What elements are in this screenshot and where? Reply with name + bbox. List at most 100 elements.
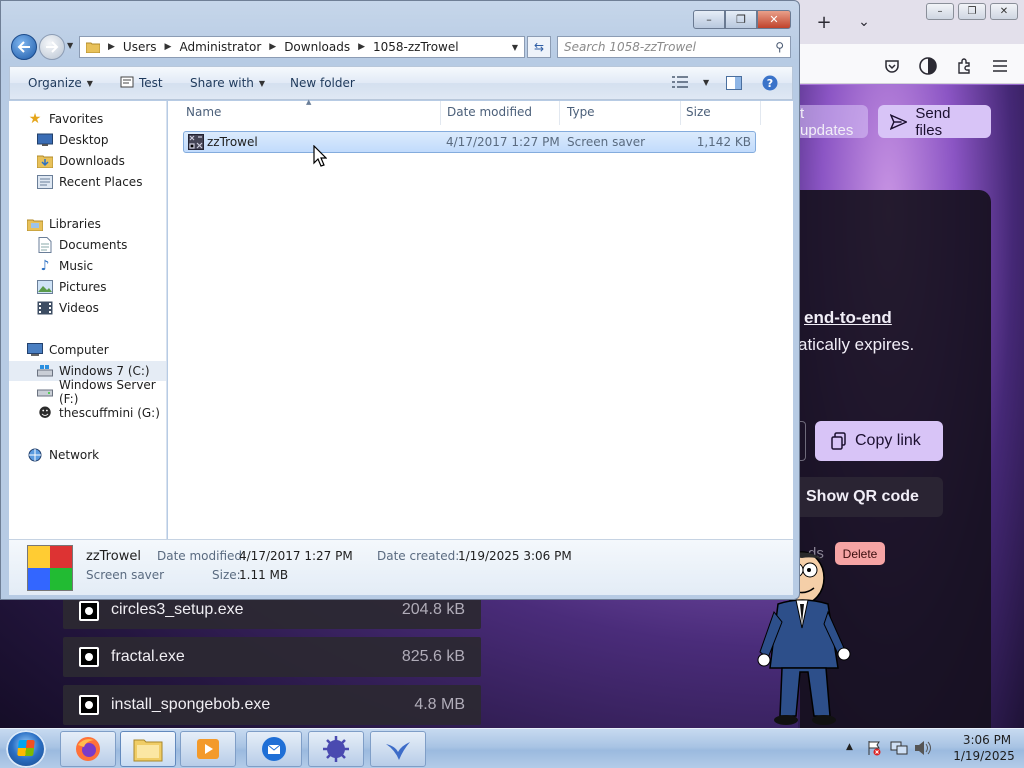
address-history-dropdown-icon[interactable]: ▼ [512,43,518,52]
downloads-folder-icon [37,153,53,169]
desktop-icon [37,132,53,148]
music-note-icon: ♪ [40,258,50,274]
copy-link-label: Copy link [855,432,921,449]
send-files-button[interactable]: Send files [878,104,991,139]
breadcrumb-separator-icon[interactable]: ▶ [358,42,365,52]
drive-icon [37,384,53,400]
recent-pages-dropdown-icon[interactable]: ▼ [67,41,73,50]
share-with-label: Share with [190,76,254,90]
taskbar-app-bird[interactable] [370,731,426,767]
breadcrumb-separator-icon[interactable]: ▶ [108,42,115,52]
file-size: 825.6 kB [401,648,465,665]
column-divider[interactable] [559,101,560,125]
breadcrumb-downloads[interactable]: Downloads [284,40,350,54]
uploaded-file-list: circles3_setup.exe 204.8 kB fractal.exe … [63,597,481,733]
breadcrumb-users[interactable]: Users [123,40,157,54]
extensions-icon[interactable] [952,54,976,78]
preview-pane-button[interactable] [726,76,742,90]
back-arrow-icon [17,41,30,53]
nav-videos[interactable]: Videos [9,298,166,318]
nav-recent-places[interactable]: Recent Places [9,172,166,192]
help-button[interactable]: ? [762,75,778,91]
breadcrumb-administrator[interactable]: Administrator [179,40,261,54]
nav-music[interactable]: ♪ Music [9,256,166,276]
organize-label: Organize [28,76,82,90]
nav-drive-g[interactable]: ☻ thescuffmini (G:) [9,403,166,423]
nav-network[interactable]: Network [9,445,166,465]
browser-close-button[interactable]: ✕ [990,3,1018,20]
nav-drive-f[interactable]: Windows Server (F:) [9,378,166,406]
file-row: install_spongebob.exe 4.8 MB [63,685,481,725]
column-divider[interactable] [680,101,681,125]
taskbar-media-player[interactable] [180,731,236,767]
organize-menu[interactable]: Organize ▼ [28,76,93,90]
breadcrumb-separator-icon[interactable]: ▶ [165,42,172,52]
maximize-button[interactable]: ❐ [725,10,757,29]
refresh-button[interactable]: ⇆ [527,36,551,58]
breadcrumb-current-folder[interactable]: 1058-zzTrowel [373,40,459,54]
list-all-tabs-button[interactable]: ⌄ [852,10,876,34]
copy-link-button[interactable]: Copy link [815,421,943,461]
details-pane: zzTrowel Screen saver Date modified: 4/1… [9,539,793,595]
nav-computer[interactable]: Computer [9,340,166,360]
pictures-icon [37,279,53,295]
file-size: 204.8 kB [401,601,465,618]
show-hidden-icons-icon[interactable]: ▲ [846,742,853,752]
new-folder-button[interactable]: New folder [290,76,355,90]
file-row[interactable]: zzTrowel 4/17/2017 1:27 PM Screen saver … [183,131,756,153]
file-name: zzTrowel [207,135,258,149]
pocket-icon[interactable] [880,54,904,78]
file-name: fractal.exe [111,648,185,665]
end-to-end-text[interactable]: end-to-end [804,308,892,328]
new-tab-button[interactable]: + [812,10,836,34]
forward-button[interactable] [39,34,65,60]
documents-icon [37,237,53,253]
nav-documents[interactable]: Documents [9,235,166,255]
nav-downloads-label: Downloads [59,154,125,168]
taskbar-firefox[interactable] [60,731,116,767]
file-name: install_spongebob.exe [111,696,271,713]
change-view-button[interactable]: ▼ [672,76,709,88]
back-button[interactable] [11,34,37,60]
clock-date[interactable]: 1/19/2025 [944,749,1024,763]
nav-desktop[interactable]: Desktop [9,130,166,150]
test-button[interactable]: Test [120,76,163,90]
search-icon[interactable]: ⚲ [775,40,784,54]
column-header-date-modified[interactable]: Date modified [447,105,532,119]
nav-pictures[interactable]: Pictures [9,277,166,297]
nav-favorites[interactable]: ★ Favorites [9,109,166,129]
column-divider[interactable] [760,101,761,125]
nav-network-label: Network [49,448,100,462]
menu-icon[interactable] [988,54,1012,78]
browser-minimize-button[interactable]: – [926,3,954,20]
browser-maximize-button[interactable]: ❐ [958,3,986,20]
address-bar[interactable]: ▶ Users ▶ Administrator ▶ Downloads ▶ 10… [79,36,525,58]
taskbar-app-spiky[interactable] [308,731,364,767]
account-icon[interactable] [916,54,940,78]
nav-downloads[interactable]: Downloads [9,151,166,171]
minimize-button[interactable]: – [693,10,725,29]
start-button[interactable] [6,730,46,768]
action-center-flag-icon[interactable] [866,740,882,756]
clock-time[interactable]: 3:06 PM [952,733,1022,747]
show-qr-code-button[interactable]: Show QR code [790,477,943,517]
file-name: circles3_setup.exe [111,601,244,618]
column-header-name[interactable]: Name [186,105,221,119]
close-button[interactable]: ✕ [757,10,791,29]
volume-icon[interactable] [914,740,932,756]
column-divider[interactable] [440,101,441,125]
search-box[interactable]: ⚲ [557,36,791,58]
network-status-icon[interactable] [890,740,908,756]
nav-libraries[interactable]: Libraries [9,214,166,234]
column-header-size[interactable]: Size [686,105,711,119]
breadcrumb-separator-icon[interactable]: ▶ [269,42,276,52]
column-header-type[interactable]: Type [567,105,595,119]
search-input[interactable] [558,37,758,57]
taskbar-explorer[interactable] [120,731,176,767]
taskbar-thunderbird[interactable] [246,731,302,767]
send-files-label: Send files [915,104,951,139]
system-drive-icon [37,363,53,379]
share-with-menu[interactable]: Share with ▼ [190,76,265,90]
copy-icon [831,432,846,450]
videos-icon [37,300,53,316]
